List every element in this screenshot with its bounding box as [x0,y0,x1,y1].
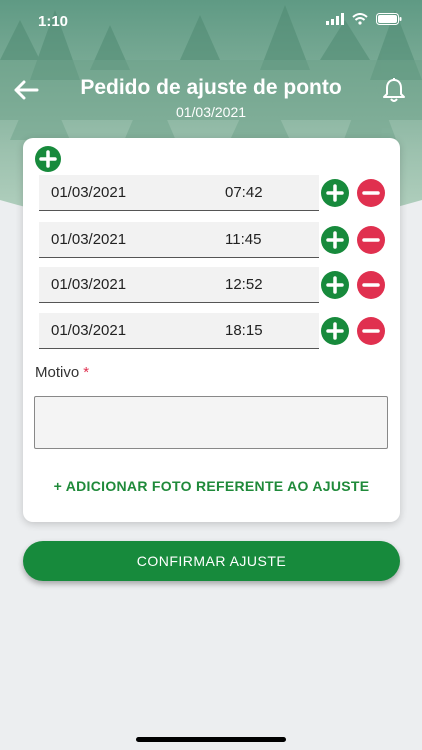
add-row-button[interactable] [321,317,349,345]
entry-row: 01/03/2021 12:52 [39,267,395,303]
remove-row-button[interactable] [357,226,385,254]
entry-time: 18:15 [225,322,263,339]
motivo-label-text: Motivo [35,364,80,381]
adjustment-card: 01/03/2021 07:42 01/03/2021 11:45 01/03/… [23,138,400,522]
top-navigation: Pedido de ajuste de ponto 01/03/2021 [0,70,422,126]
required-mark: * [83,364,90,381]
entry-date: 01/03/2021 [51,184,127,201]
confirm-adjustment-button[interactable]: CONFIRMAR AJUSTE [23,541,400,581]
status-bar: 1:10 [0,0,422,44]
remove-row-button[interactable] [357,271,385,299]
add-row-button[interactable] [321,179,349,207]
entry-row: 01/03/2021 07:42 [39,175,395,211]
wifi-icon [352,13,368,25]
entry-field[interactable]: 01/03/2021 12:52 [39,267,319,303]
add-entry-button[interactable] [35,146,61,172]
add-row-button[interactable] [321,226,349,254]
status-icons [326,13,402,25]
entry-date: 01/03/2021 [51,276,127,293]
entry-row: 01/03/2021 11:45 [39,222,395,258]
remove-row-button[interactable] [357,179,385,207]
entry-row: 01/03/2021 18:15 [39,313,395,349]
entry-date: 01/03/2021 [51,231,127,248]
entry-field[interactable]: 01/03/2021 18:15 [39,313,319,349]
entry-date: 01/03/2021 [51,322,127,339]
battery-icon [376,13,402,25]
motivo-input[interactable] [34,396,388,449]
status-time: 1:10 [38,13,69,30]
entry-field[interactable]: 01/03/2021 07:42 [39,175,319,211]
add-row-button[interactable] [321,271,349,299]
remove-row-button[interactable] [357,317,385,345]
entry-time: 11:45 [225,231,262,248]
page-date: 01/03/2021 [175,104,247,120]
signal-icon [326,13,344,25]
home-indicator [136,737,286,742]
entry-time: 07:42 [225,184,263,201]
bell-icon [383,78,405,102]
entry-field[interactable]: 01/03/2021 11:45 [39,222,319,258]
entry-time: 12:52 [225,276,263,293]
add-photo-link[interactable]: + ADICIONAR FOTO REFERENTE AO AJUSTE [23,478,400,494]
notification-button[interactable] [376,72,412,108]
page-title: Pedido de ajuste de ponto [80,76,342,99]
motivo-label: Motivo * [35,364,89,381]
